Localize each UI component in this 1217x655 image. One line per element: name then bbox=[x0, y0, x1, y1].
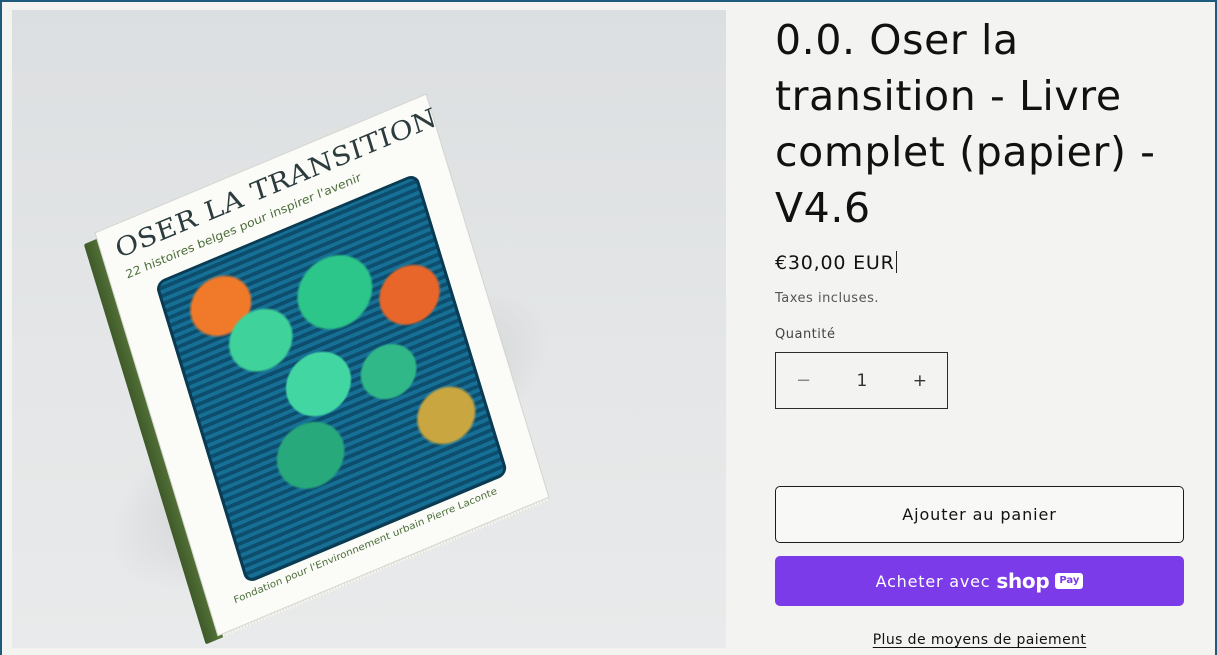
quantity-increment-button[interactable]: + bbox=[913, 371, 927, 391]
product-title: 0.0. Oser la transition - Livre complet … bbox=[775, 16, 1156, 232]
tax-note: Taxes incluses. bbox=[775, 291, 879, 306]
add-to-cart-button[interactable]: Ajouter au panier bbox=[775, 486, 1184, 543]
quantity-input[interactable]: 1 bbox=[857, 371, 868, 391]
quantity-label: Quantité bbox=[775, 327, 836, 342]
text-caret bbox=[895, 251, 897, 273]
shop-pay-button[interactable]: Acheter avec shop Pay bbox=[775, 556, 1184, 606]
product-info: 0.0. Oser la transition - Livre complet … bbox=[775, 12, 1195, 648]
quantity-stepper: − 1 + bbox=[775, 352, 948, 409]
price-value: €30,00 EUR bbox=[775, 252, 895, 274]
pay-badge: Pay bbox=[1055, 573, 1084, 589]
more-payment-options: Plus de moyens de paiement bbox=[775, 632, 1184, 648]
quantity-decrement-button[interactable]: − bbox=[796, 370, 811, 391]
more-payment-link[interactable]: Plus de moyens de paiement bbox=[873, 632, 1087, 648]
product-price: €30,00 EUR bbox=[775, 251, 1195, 274]
product-media[interactable]: OSER LA TRANSITION 22 histoires belges p… bbox=[12, 10, 726, 648]
product-page: OSER LA TRANSITION 22 histoires belges p… bbox=[0, 0, 1217, 655]
shop-pay-label: Acheter avec bbox=[875, 571, 991, 591]
shop-logo: shop bbox=[996, 569, 1050, 593]
